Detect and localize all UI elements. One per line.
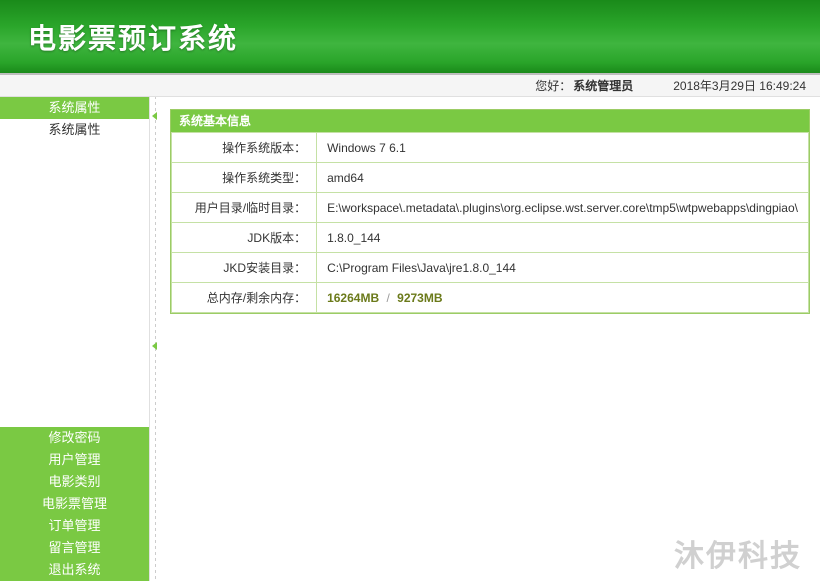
system-info-table: 操作系统版本： Windows 7 6.1 操作系统类型： amd64 用户目录… <box>171 132 809 313</box>
panel-title: 系统基本信息 <box>171 110 809 132</box>
memory-free: 9273MB <box>397 291 442 305</box>
sidebar-item-message-manage[interactable]: 留言管理 <box>0 537 149 559</box>
table-row: JKD安装目录： C:\Program Files\Java\jre1.8.0_… <box>172 253 809 283</box>
sidebar-item-system-attr[interactable]: 系统属性 <box>0 119 149 141</box>
top-status-bar: 您好：系统管理员 2018年3月29日 16:49:24 <box>0 75 820 97</box>
current-user: 系统管理员 <box>573 79 633 93</box>
sidebar-item-user-manage[interactable]: 用户管理 <box>0 449 149 471</box>
sidebar-item-ticket-manage[interactable]: 电影票管理 <box>0 493 149 515</box>
sidebar-item-change-password[interactable]: 修改密码 <box>0 427 149 449</box>
table-row: 操作系统类型： amd64 <box>172 163 809 193</box>
row-value-jdk-version: 1.8.0_144 <box>317 223 809 253</box>
current-datetime: 2018年3月29日 16:49:24 <box>673 79 806 93</box>
row-label-user-dir: 用户目录/临时目录： <box>172 193 317 223</box>
row-label-memory: 总内存/剩余内存： <box>172 283 317 313</box>
sidebar-bottom: 修改密码 用户管理 电影类别 电影票管理 订单管理 留言管理 退出系统 <box>0 427 149 581</box>
row-label-jdk-home: JKD安装目录： <box>172 253 317 283</box>
table-row: 操作系统版本： Windows 7 6.1 <box>172 133 809 163</box>
row-value-user-dir: E:\workspace\.metadata\.plugins\org.ecli… <box>317 193 809 223</box>
sidebar-top: 系统属性 系统属性 <box>0 97 149 141</box>
memory-total: 16264MB <box>327 291 379 305</box>
system-info-panel: 系统基本信息 操作系统版本： Windows 7 6.1 操作系统类型： amd… <box>170 109 810 314</box>
row-value-os-version: Windows 7 6.1 <box>317 133 809 163</box>
row-value-os-arch: amd64 <box>317 163 809 193</box>
sidebar-item-movie-category[interactable]: 电影类别 <box>0 471 149 493</box>
sidebar-resizer[interactable] <box>150 97 160 581</box>
row-label-jdk-version: JDK版本： <box>172 223 317 253</box>
sidebar-item-logout[interactable]: 退出系统 <box>0 559 149 581</box>
row-value-memory: 16264MB / 9273MB <box>317 283 809 313</box>
table-row: 用户目录/临时目录： E:\workspace\.metadata\.plugi… <box>172 193 809 223</box>
memory-separator: / <box>386 291 389 305</box>
row-label-os-arch: 操作系统类型： <box>172 163 317 193</box>
content-area: 系统基本信息 操作系统版本： Windows 7 6.1 操作系统类型： amd… <box>160 97 820 581</box>
sidebar-item-order-manage[interactable]: 订单管理 <box>0 515 149 537</box>
sidebar-section-system-attr[interactable]: 系统属性 <box>0 97 149 119</box>
sidebar: 系统属性 系统属性 修改密码 用户管理 电影类别 电影票管理 订单管理 留言管理… <box>0 97 150 581</box>
main-area: 系统属性 系统属性 修改密码 用户管理 电影类别 电影票管理 订单管理 留言管理… <box>0 97 820 581</box>
app-header: 电影票预订系统 <box>0 0 820 75</box>
row-value-jdk-home: C:\Program Files\Java\jre1.8.0_144 <box>317 253 809 283</box>
greeting-label: 您好： <box>535 79 571 93</box>
table-row: JDK版本： 1.8.0_144 <box>172 223 809 253</box>
row-label-os-version: 操作系统版本： <box>172 133 317 163</box>
app-title: 电影票预订系统 <box>28 17 238 57</box>
table-row: 总内存/剩余内存： 16264MB / 9273MB <box>172 283 809 313</box>
